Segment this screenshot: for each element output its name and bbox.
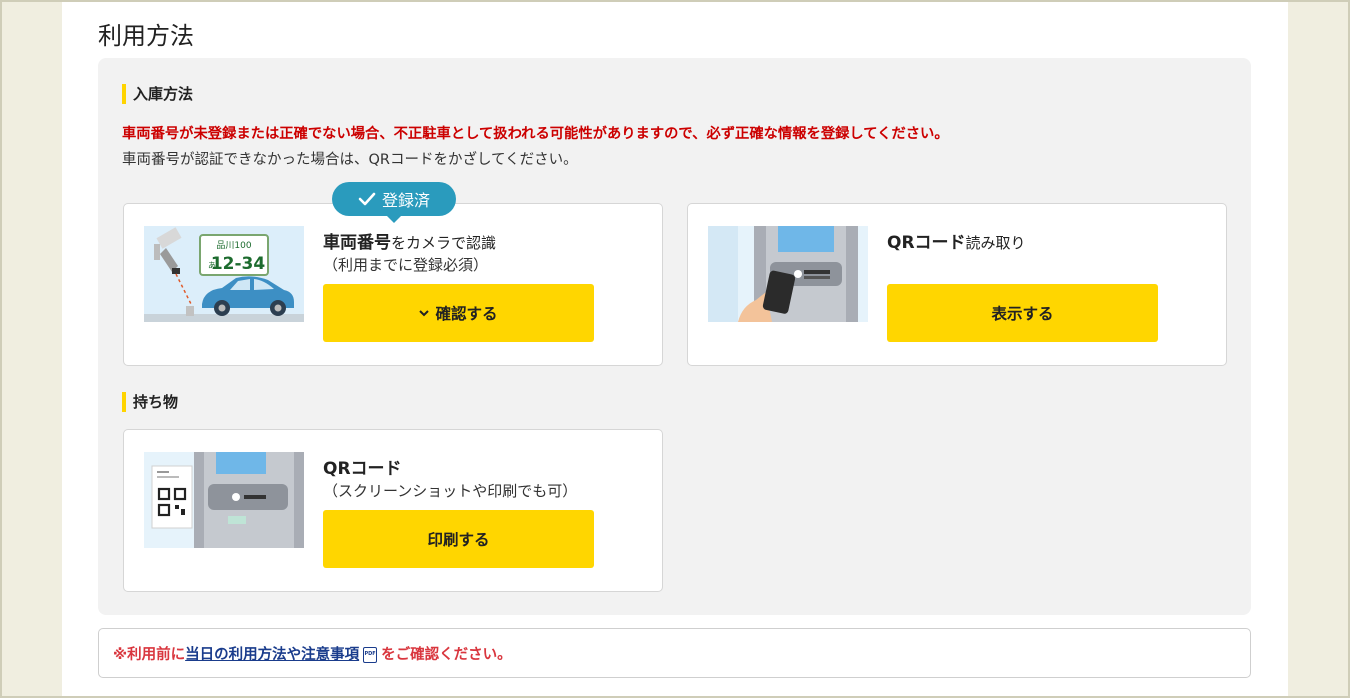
pdf-icon: PDF [363, 647, 378, 663]
check-icon [358, 192, 376, 206]
qr-reading-title-rest: 読み取り [965, 234, 1026, 252]
notice-prefix: ※利用前に [113, 646, 186, 663]
registered-badge: 登録済 [332, 182, 456, 223]
notice-suffix: をご確認ください。 [381, 646, 512, 663]
notice-box: ※利用前に 当日の利用方法や注意事項 PDF をご確認ください。 [98, 628, 1251, 678]
plate-top-text: 品川100 [216, 240, 251, 251]
chevron-down-icon [419, 310, 430, 317]
page: 利用方法 入庫方法 車両番号が未登録または正確でない場合、不正駐車として扱われる… [62, 0, 1288, 698]
confirm-button-label: 確認する [435, 305, 498, 323]
badge-label: 登録済 [381, 191, 430, 210]
qr-item-subtitle: （スクリーンショットや印刷でも可） [323, 482, 578, 500]
qr-reading-title: QRコード読み取り [887, 228, 1026, 253]
camera-car-illustration: 品川100 あ 12-34 [144, 226, 304, 322]
items-heading: 持ち物 [122, 392, 178, 412]
show-button[interactable]: 表示する [887, 284, 1158, 342]
qr-reading-card: QRコード読み取り 表示する [687, 203, 1227, 366]
qr-code-item-card: QRコード （スクリーンショットや印刷でも可） 印刷する [123, 429, 663, 592]
plate-recognition-card: 登録済 品川100 あ 12-34 車両番号をカメラで認識 （利用までに登録必須… [123, 182, 663, 366]
show-button-label: 表示する [991, 305, 1054, 323]
qr-reading-title-bold: QRコード [887, 233, 966, 253]
qr-item-title-bold: QRコード [323, 459, 402, 479]
page-title: 利用方法 [98, 22, 194, 50]
usage-panel: 入庫方法 車両番号が未登録または正確でない場合、不正駐車として扱われる可能性があ… [98, 58, 1251, 615]
qr-ticket-illustration [144, 452, 304, 548]
plate-card-subtitle: （利用までに登録必須） [323, 256, 489, 274]
plate-title-rest: をカメラで認識 [391, 234, 497, 252]
entry-heading: 入庫方法 [122, 84, 193, 104]
entry-warning: 車両番号が未登録または正確でない場合、不正駐車として扱われる可能性がありますので… [122, 126, 949, 142]
confirm-button[interactable]: 確認する [323, 284, 594, 342]
qr-item-title: QRコード [323, 454, 402, 479]
print-button[interactable]: 印刷する [323, 510, 594, 568]
print-button-label: 印刷する [427, 531, 490, 549]
plate-card-title: 車両番号をカメラで認識 [323, 228, 496, 253]
qr-scan-illustration [708, 226, 868, 322]
usage-notes-link[interactable]: 当日の利用方法や注意事項 [185, 643, 359, 664]
plate-title-bold: 車両番号 [323, 233, 391, 253]
plate-number-text: 12-34 [211, 254, 266, 274]
entry-note: 車両番号が認証できなかった場合は、QRコードをかざしてください。 [122, 152, 578, 168]
